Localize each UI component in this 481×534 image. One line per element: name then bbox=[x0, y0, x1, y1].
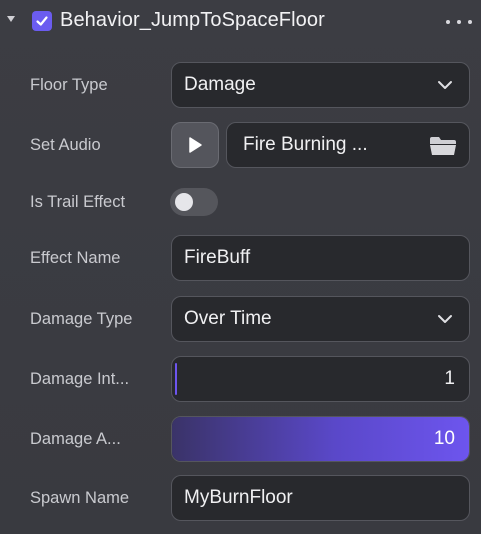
spawn-name-value: MyBurnFloor bbox=[184, 487, 293, 508]
property-row-floor-type: Floor Type Damage bbox=[0, 61, 481, 109]
effect-name-input[interactable]: FireBuff bbox=[171, 235, 470, 281]
slider-handle[interactable] bbox=[175, 363, 177, 395]
set-audio-value: Fire Burning ... bbox=[243, 134, 368, 155]
damage-interval-slider[interactable]: 1 bbox=[171, 356, 470, 402]
component-header: Behavior_JumpToSpaceFloor bbox=[0, 0, 481, 44]
damage-amount-label: Damage A... bbox=[30, 430, 121, 448]
behavior-component-panel: Behavior_JumpToSpaceFloor Floor Type Dam… bbox=[0, 0, 481, 534]
toggle-knob bbox=[175, 193, 193, 211]
property-row-damage-interval: Damage Int... 1 bbox=[0, 355, 481, 403]
set-audio-label: Set Audio bbox=[30, 136, 101, 154]
property-row-damage-type: Damage Type Over Time bbox=[0, 295, 481, 343]
component-enabled-checkbox[interactable] bbox=[32, 11, 52, 31]
damage-amount-slider[interactable]: 10 bbox=[171, 416, 470, 462]
effect-name-value: FireBuff bbox=[184, 247, 251, 268]
property-row-is-trail-effect: Is Trail Effect bbox=[0, 178, 481, 226]
floor-type-label: Floor Type bbox=[30, 76, 108, 94]
property-row-spawn-name: Spawn Name MyBurnFloor bbox=[0, 474, 481, 522]
property-row-set-audio: Set Audio Fire Burning ... bbox=[0, 121, 481, 169]
property-row-damage-amount: Damage A... 10 bbox=[0, 415, 481, 463]
audio-asset-field[interactable]: Fire Burning ... bbox=[226, 122, 470, 168]
spawn-name-input[interactable]: MyBurnFloor bbox=[171, 475, 470, 521]
floor-type-dropdown[interactable]: Damage bbox=[171, 62, 470, 108]
checkmark-icon bbox=[36, 16, 48, 26]
audio-play-button[interactable] bbox=[171, 122, 219, 168]
is-trail-effect-label: Is Trail Effect bbox=[30, 193, 126, 211]
spawn-name-label: Spawn Name bbox=[30, 489, 130, 507]
damage-type-value: Over Time bbox=[184, 308, 272, 329]
property-row-effect-name: Effect Name FireBuff bbox=[0, 234, 481, 282]
more-horizontal-icon[interactable] bbox=[446, 12, 472, 32]
folder-icon[interactable] bbox=[429, 136, 457, 156]
damage-interval-label: Damage Int... bbox=[30, 370, 130, 388]
play-icon bbox=[189, 137, 202, 153]
damage-amount-value: 10 bbox=[433, 428, 455, 449]
triangle-down-icon[interactable] bbox=[6, 14, 16, 24]
damage-type-label: Damage Type bbox=[30, 310, 133, 328]
is-trail-effect-toggle[interactable] bbox=[170, 188, 218, 216]
chevron-down-icon bbox=[438, 81, 452, 89]
damage-type-dropdown[interactable]: Over Time bbox=[171, 296, 470, 342]
component-title: Behavior_JumpToSpaceFloor bbox=[60, 9, 325, 31]
effect-name-label: Effect Name bbox=[30, 249, 121, 267]
chevron-down-icon bbox=[438, 315, 452, 323]
floor-type-value: Damage bbox=[184, 74, 256, 95]
damage-interval-value: 1 bbox=[444, 368, 455, 389]
slider-fill bbox=[172, 417, 469, 461]
